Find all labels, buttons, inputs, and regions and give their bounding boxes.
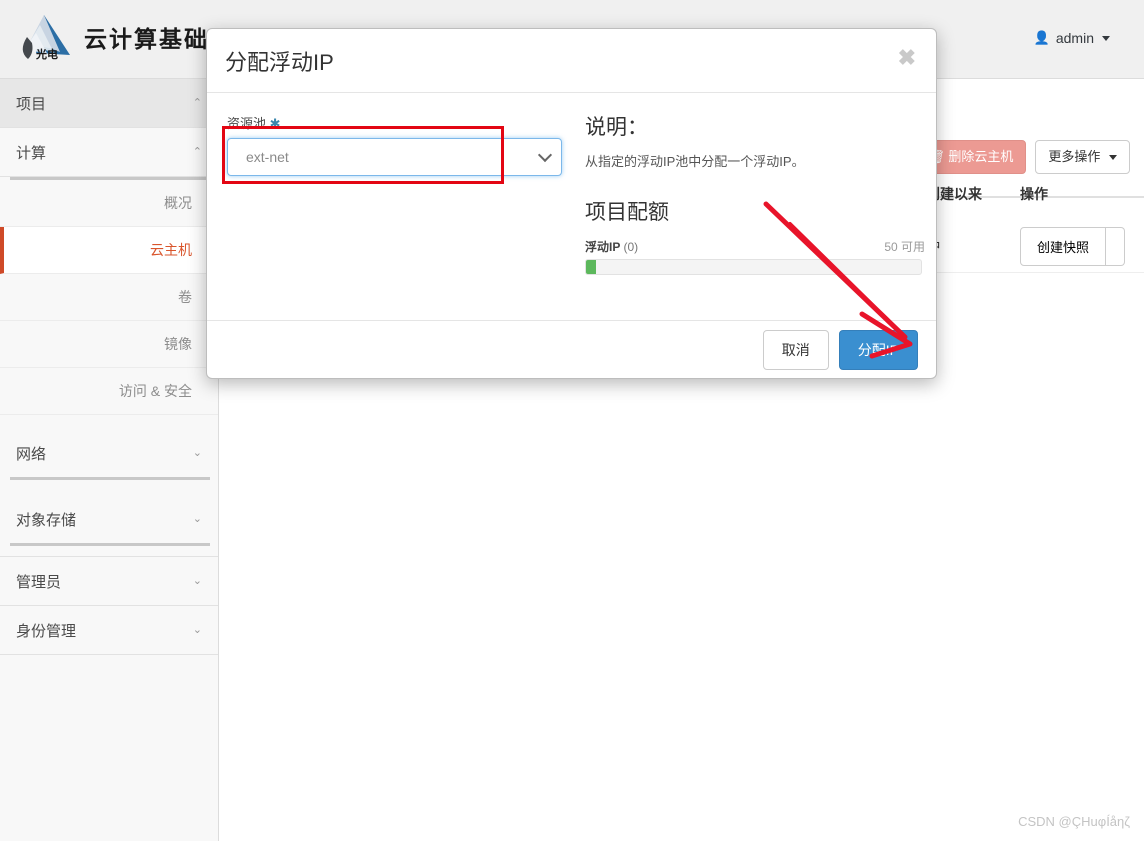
allocate-floating-ip-modal: 分配浮动IP ✖ 资源池 ✱ ext-net 说明： 从指定的浮动IP池中分配一… xyxy=(206,28,937,379)
sidebar-group-admin-label: 管理员 xyxy=(16,574,62,591)
quota-available: 50 可用 xyxy=(884,240,925,254)
sidebar-group-compute-label: 计算 xyxy=(16,145,47,162)
quota-item-label: 浮动IP xyxy=(585,240,621,254)
sidebar-group-object-storage-label: 对象存储 xyxy=(16,512,77,529)
sidebar-item-volumes[interactable]: 卷 xyxy=(0,274,218,321)
modal-title: 分配浮动IP xyxy=(225,49,334,75)
sidebar: 项目 ⌃ 计算 ⌃ 概况 云主机 卷 镜像 访问 & 安全 网络 ⌄ 对象存储 … xyxy=(0,79,219,841)
pool-select-wrap: ext-net xyxy=(222,126,562,184)
quota-heading: 项目配额 xyxy=(585,201,669,224)
modal-body: 资源池 ✱ ext-net 说明： 从指定的浮动IP池中分配一个浮动IP。 项目… xyxy=(207,93,936,321)
quota-item-count: (0) xyxy=(623,240,639,254)
user-menu[interactable]: 👤 admin xyxy=(1034,30,1110,46)
sidebar-group-network-label: 网络 xyxy=(16,446,47,463)
row-action-group: 创建快照 xyxy=(1020,227,1126,266)
column-header-actions: 操作 xyxy=(1020,186,1048,202)
pool-field-label: 资源池 xyxy=(227,116,267,131)
brand[interactable]: 光电 云计算基础2 xyxy=(14,6,227,68)
chevron-down-icon: ⌄ xyxy=(192,624,202,636)
required-marker-icon: ✱ xyxy=(269,116,281,131)
pool-select-value: ext-net xyxy=(246,149,289,165)
chevron-down-icon: ⌄ xyxy=(192,575,202,587)
pool-select[interactable]: ext-net xyxy=(227,138,562,176)
sidebar-group-network[interactable]: 网络 ⌄ xyxy=(0,429,218,477)
allocate-ip-button[interactable]: 分配IP xyxy=(838,329,918,370)
more-actions-button[interactable]: 更多操作 xyxy=(1035,140,1130,174)
sidebar-item-access-security[interactable]: 访问 & 安全 xyxy=(0,368,218,415)
chevron-down-icon: ⌄ xyxy=(192,513,202,525)
sidebar-item-images[interactable]: 镜像 xyxy=(0,321,218,368)
user-icon: 👤 xyxy=(1033,30,1050,45)
svg-text:光电: 光电 xyxy=(35,47,58,61)
quota-progress-track xyxy=(585,259,922,275)
pool-field-label-row: 资源池 ✱ xyxy=(227,113,572,132)
modal-header: 分配浮动IP ✖ xyxy=(207,29,936,93)
sidebar-group-project[interactable]: 项目 ⌃ xyxy=(0,79,218,128)
chevron-up-icon: ⌃ xyxy=(192,146,202,158)
app-root: 🗑 删除云主机 更多操作 人创建以来 操作 分钟 创建快照 项目 xyxy=(0,0,1144,841)
sidebar-group-admin[interactable]: 管理员 ⌄ xyxy=(0,556,218,606)
watermark: CSDN @ÇHuφÍåηζ xyxy=(1018,814,1130,829)
sidebar-group-object-storage[interactable]: 对象存储 ⌄ xyxy=(0,495,218,543)
info-text: 从指定的浮动IP池中分配一个浮动IP。 xyxy=(585,154,805,169)
more-actions-label: 更多操作 xyxy=(1048,149,1101,164)
sidebar-group-identity[interactable]: 身份管理 ⌄ xyxy=(0,606,218,655)
caret-down-icon xyxy=(1102,35,1110,41)
user-name: admin xyxy=(1055,30,1094,46)
logo-icon: 光电 xyxy=(14,9,76,65)
quota-progress-fill xyxy=(586,260,597,274)
content-action-bar: 🗑 删除云主机 更多操作 xyxy=(915,140,1130,174)
caret-down-icon xyxy=(1109,155,1117,161)
delete-instance-label: 删除云主机 xyxy=(948,149,1014,164)
chevron-up-icon: ⌃ xyxy=(192,97,202,109)
sidebar-group-identity-label: 身份管理 xyxy=(16,623,77,640)
sidebar-group-project-label: 项目 xyxy=(16,96,47,113)
sidebar-group-compute[interactable]: 计算 ⌃ xyxy=(0,128,218,177)
info-heading: 说明： xyxy=(585,116,648,139)
quota-row: 浮动IP (0) 50 可用 xyxy=(585,238,925,255)
quota-item-name: 浮动IP (0) xyxy=(585,238,638,255)
info-column: 说明： 从指定的浮动IP池中分配一个浮动IP。 项目配额 浮动IP (0) 50… xyxy=(585,111,925,275)
close-icon[interactable]: ✖ xyxy=(894,43,920,73)
create-snapshot-button[interactable]: 创建快照 xyxy=(1020,227,1107,266)
cancel-button[interactable]: 取消 xyxy=(762,329,829,370)
sidebar-item-overview[interactable]: 概况 xyxy=(0,180,218,227)
sidebar-item-instances[interactable]: 云主机 xyxy=(0,227,218,274)
pool-form-column: 资源池 ✱ ext-net xyxy=(222,113,572,184)
row-actions-dropdown-toggle[interactable] xyxy=(1106,227,1126,266)
chevron-down-icon: ⌄ xyxy=(192,447,202,459)
modal-footer: 取消 分配IP xyxy=(207,320,936,378)
